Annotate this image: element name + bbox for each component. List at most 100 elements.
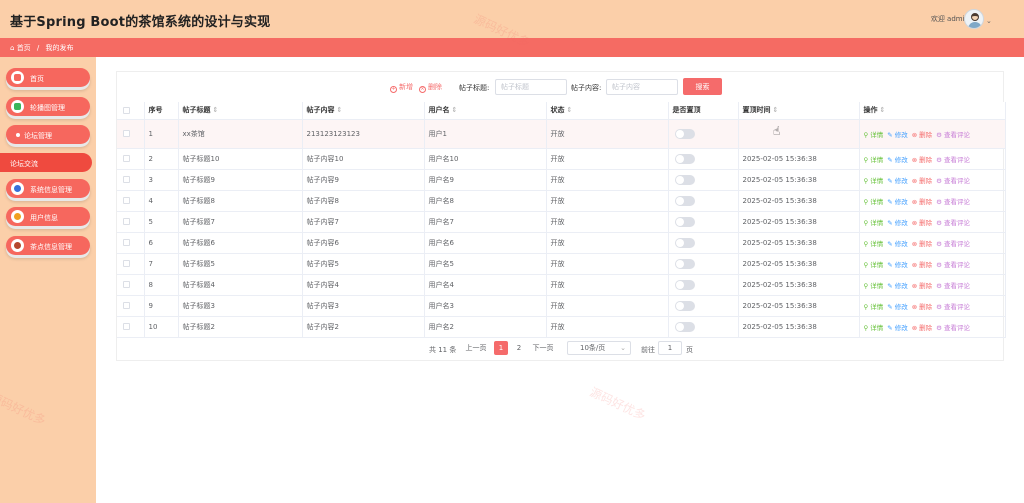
pinned-toggle[interactable] [674, 128, 695, 139]
row-checkbox[interactable] [117, 169, 145, 191]
sort-icon[interactable]: ⇕ [452, 106, 458, 114]
view-comments-button[interactable]: ⚙ 查看评论 [936, 131, 972, 139]
table-row[interactable]: 10 帖子标题2 帖子内容2 用户名2 开放 2025-02-05 15:36:38 ⚲ 详情… [117, 316, 1006, 338]
delete-button[interactable]: ⊗ 删除 [912, 177, 934, 185]
view-comments-button[interactable]: ⚙ 查看评论 [936, 219, 972, 227]
edit-button[interactable]: ✎ 修改 [887, 131, 909, 139]
pinned-toggle[interactable] [674, 153, 695, 164]
row-checkbox[interactable] [117, 295, 145, 317]
pinned-toggle[interactable] [674, 174, 695, 185]
edit-button[interactable]: ✎ 修改 [887, 303, 909, 311]
pinned-toggle[interactable] [674, 195, 695, 206]
sidebar-item-system-info[interactable]: 系统信息管理 [6, 179, 90, 198]
row-checkbox[interactable] [117, 253, 145, 275]
page-1-button[interactable]: 1 [494, 341, 508, 355]
edit-button[interactable]: ✎ 修改 [887, 177, 909, 185]
sidebar-item-carousel[interactable]: 轮播图管理 [6, 97, 90, 116]
delete-button[interactable]: ⊗ 删除 [912, 131, 934, 139]
detail-button[interactable]: ⚲ 详情 [864, 219, 886, 227]
sort-icon[interactable]: ⇕ [337, 106, 343, 114]
table-row[interactable]: 7 帖子标题5 帖子内容5 用户名5 开放 2025-02-05 15:36:38 ⚲ 详情 ✎… [117, 253, 1006, 275]
sort-icon[interactable]: ⇕ [880, 106, 886, 114]
sort-icon[interactable]: ⇕ [773, 106, 779, 114]
sidebar-item-home[interactable]: 首页 [6, 68, 90, 87]
pinned-toggle[interactable] [674, 258, 695, 269]
table-row[interactable]: 9 帖子标题3 帖子内容3 用户名3 开放 2025-02-05 15:36:38 ⚲ 详情 ✎… [117, 295, 1006, 317]
row-checkbox[interactable] [117, 148, 145, 170]
row-checkbox[interactable] [117, 211, 145, 233]
detail-button[interactable]: ⚲ 详情 [864, 198, 886, 206]
table-row[interactable]: 6 帖子标题6 帖子内容6 用户名6 开放 2025-02-05 15:36:38 ⚲ 详情 ✎… [117, 232, 1006, 254]
sort-icon[interactable]: ⇕ [213, 106, 219, 114]
col-header-actions[interactable]: 操作 ⇕ [859, 102, 1006, 120]
view-comments-button[interactable]: ⚙ 查看评论 [936, 240, 972, 248]
edit-button[interactable]: ✎ 修改 [887, 261, 909, 269]
sidebar-item-tea-snacks[interactable]: 茶点信息管理 [6, 236, 90, 255]
col-header-status[interactable]: 状态 ⇕ [546, 102, 669, 120]
pinned-toggle[interactable] [674, 216, 695, 227]
delete-button[interactable]: ⊗ 删除 [912, 156, 934, 164]
view-comments-button[interactable]: ⚙ 查看评论 [936, 282, 972, 290]
table-row[interactable]: 1 xx茶馆 213123123123 用户1 开放 ⚲ 详情 ✎ 修改 ⊗ 删除 ⚙ 查看评论 [117, 119, 1006, 149]
view-comments-button[interactable]: ⚙ 查看评论 [936, 324, 972, 332]
detail-button[interactable]: ⚲ 详情 [864, 131, 886, 139]
page-2-button[interactable]: 2 [512, 341, 526, 355]
avatar[interactable] [964, 9, 984, 29]
page-size-select[interactable]: 10条/页 ⌄ [567, 341, 631, 355]
batch-delete-button[interactable]: × 删除 [419, 82, 442, 93]
sort-icon[interactable]: ⇕ [567, 106, 573, 114]
col-header-title[interactable]: 帖子标题 ⇕ [178, 102, 303, 120]
detail-button[interactable]: ⚲ 详情 [864, 156, 886, 164]
content-search-input[interactable] [606, 79, 678, 95]
delete-button[interactable]: ⊗ 删除 [912, 303, 934, 311]
table-row[interactable]: 2 帖子标题10 帖子内容10 用户名10 开放 2025-02-05 15:36:38 ⚲… [117, 148, 1006, 170]
sidebar-item-user-info[interactable]: 用户信息 [6, 207, 90, 226]
delete-button[interactable]: ⊗ 删除 [912, 219, 934, 227]
row-checkbox[interactable] [117, 274, 145, 296]
table-row[interactable]: 4 帖子标题8 帖子内容8 用户名8 开放 2025-02-05 15:36:38 ⚲ 详情 ✎… [117, 190, 1006, 212]
row-checkbox[interactable] [117, 119, 145, 149]
pinned-toggle[interactable] [674, 321, 695, 332]
detail-button[interactable]: ⚲ 详情 [864, 324, 886, 332]
title-search-input[interactable] [495, 79, 567, 95]
row-checkbox[interactable] [117, 316, 145, 338]
view-comments-button[interactable]: ⚙ 查看评论 [936, 261, 972, 269]
edit-button[interactable]: ✎ 修改 [887, 219, 909, 227]
delete-button[interactable]: ⊗ 删除 [912, 198, 934, 206]
view-comments-button[interactable]: ⚙ 查看评论 [936, 177, 972, 185]
edit-button[interactable]: ✎ 修改 [887, 282, 909, 290]
breadcrumb-home[interactable]: 首页 [17, 44, 31, 52]
delete-button[interactable]: ⊗ 删除 [912, 240, 934, 248]
edit-button[interactable]: ✎ 修改 [887, 324, 909, 332]
detail-button[interactable]: ⚲ 详情 [864, 303, 886, 311]
view-comments-button[interactable]: ⚙ 查看评论 [936, 303, 972, 311]
pinned-toggle[interactable] [674, 237, 695, 248]
detail-button[interactable]: ⚲ 详情 [864, 177, 886, 185]
table-row[interactable]: 8 帖子标题4 帖子内容4 用户名4 开放 2025-02-05 15:36:38 ⚲ 详情 ✎… [117, 274, 1006, 296]
view-comments-button[interactable]: ⚙ 查看评论 [936, 198, 972, 206]
delete-button[interactable]: ⊗ 删除 [912, 282, 934, 290]
table-row[interactable]: 5 帖子标题7 帖子内容7 用户名7 开放 2025-02-05 15:36:38 ⚲ 详情 ✎… [117, 211, 1006, 233]
row-checkbox[interactable] [117, 190, 145, 212]
next-page-button[interactable]: 下一页 [530, 341, 556, 355]
col-header-user[interactable]: 用户名 ⇕ [424, 102, 547, 120]
sidebar-item-forum-manage[interactable]: 论坛管理 [6, 125, 90, 144]
edit-button[interactable]: ✎ 修改 [887, 240, 909, 248]
col-header-content[interactable]: 帖子内容 ⇕ [302, 102, 425, 120]
detail-button[interactable]: ⚲ 详情 [864, 261, 886, 269]
delete-button[interactable]: ⊗ 删除 [912, 261, 934, 269]
prev-page-button[interactable]: 上一页 [463, 341, 489, 355]
select-all-checkbox[interactable] [117, 102, 145, 120]
edit-button[interactable]: ✎ 修改 [887, 198, 909, 206]
pinned-toggle[interactable] [674, 300, 695, 311]
search-button[interactable]: 搜索 [683, 78, 722, 95]
add-button[interactable]: + 新增 [390, 82, 413, 93]
sidebar-item-forum-exchange[interactable]: 论坛交流 [0, 153, 92, 172]
col-header-pin-time[interactable]: 置顶时间 ⇕ [738, 102, 860, 120]
edit-button[interactable]: ✎ 修改 [887, 156, 909, 164]
delete-button[interactable]: ⊗ 删除 [912, 324, 934, 332]
pinned-toggle[interactable] [674, 279, 695, 290]
detail-button[interactable]: ⚲ 详情 [864, 240, 886, 248]
row-checkbox[interactable] [117, 232, 145, 254]
chevron-down-icon[interactable]: ⌄ [986, 17, 992, 25]
